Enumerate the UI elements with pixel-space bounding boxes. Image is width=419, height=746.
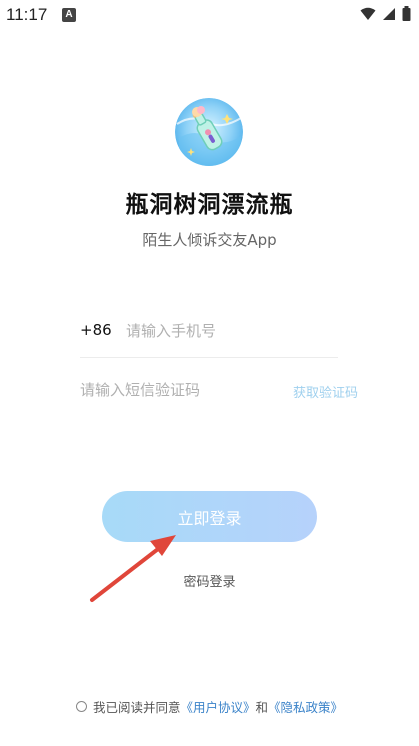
phone-row: +86 [80,312,338,358]
signal-icon [383,7,395,20]
country-code[interactable]: +86 [80,321,112,339]
agreement-and: 和 [255,700,269,715]
privacy-policy-link[interactable]: 《隐私政策》 [268,697,343,716]
app-logo [175,98,243,166]
agreement-row: 我已阅读并同意 《用户协议》 和 《隐私政策》 [0,697,419,716]
user-agreement-link[interactable]: 《用户协议》 [180,697,255,716]
drift-bottle-icon [175,98,243,166]
password-login-row: 密码登录 [0,571,419,590]
battery-icon [402,6,411,21]
get-code-button[interactable]: 获取验证码 [293,382,358,401]
agreement-prefix: 我已阅读并同意 [92,700,181,715]
notification-icon: A [62,8,76,22]
password-login-link[interactable]: 密码登录 [183,575,235,590]
status-icons [360,6,411,21]
app-tagline: 陌生人倾诉交友App [142,231,277,249]
phone-input[interactable] [126,316,336,346]
login-button[interactable]: 立即登录 [102,491,317,542]
app-name: 瓶洞树洞漂流瓶 [125,192,294,218]
wifi-icon [360,7,376,20]
status-bar: 11:17 A [0,0,419,30]
status-time: 11:17 [6,5,48,24]
sms-code-input[interactable] [80,375,280,405]
agree-radio[interactable] [75,701,87,712]
code-row: 获取验证码 [80,372,360,408]
